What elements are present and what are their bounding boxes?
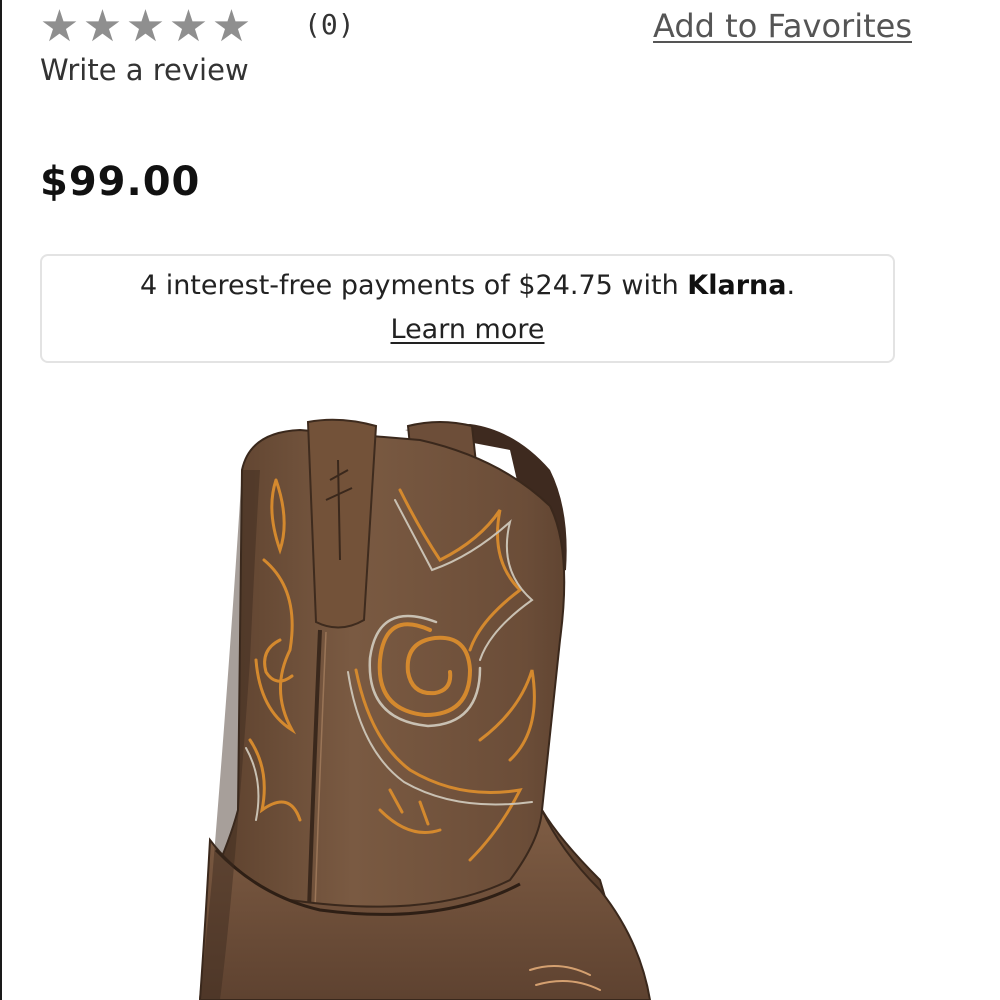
klarna-payment-box: 4 interest-free payments of $24.75 with … <box>40 254 895 363</box>
star-icon: ★ <box>125 1 166 52</box>
klarna-installment-text: 4 interest-free payments of $24.75 with … <box>42 268 893 304</box>
star-rating[interactable]: ★ ★ ★ ★ ★ <box>38 5 253 49</box>
klarna-text-suffix: . <box>786 270 796 301</box>
star-icon: ★ <box>168 1 209 52</box>
learn-more-link[interactable]: Learn more <box>42 312 893 348</box>
western-boot-icon <box>198 418 652 1000</box>
review-count[interactable]: (0) <box>304 8 355 42</box>
klarna-brand: Klarna <box>687 270 787 301</box>
product-price: $99.00 <box>40 159 201 205</box>
star-icon: ★ <box>82 1 123 52</box>
write-review-link[interactable]: Write a review <box>40 52 249 88</box>
page-left-border <box>0 0 2 1000</box>
product-image[interactable] <box>180 410 700 1000</box>
star-icon: ★ <box>39 1 80 52</box>
add-to-favorites-link[interactable]: Add to Favorites <box>653 6 912 46</box>
star-icon: ★ <box>211 1 252 52</box>
klarna-text-prefix: 4 interest-free payments of $24.75 with <box>139 270 688 301</box>
